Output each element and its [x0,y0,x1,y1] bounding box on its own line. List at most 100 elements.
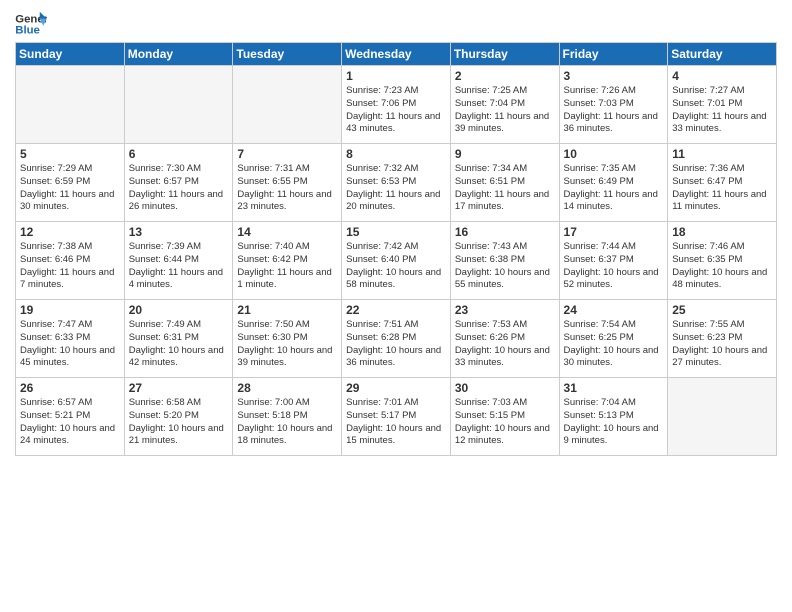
day-info: Sunrise: 7:35 AM Sunset: 6:49 PM Dayligh… [564,163,664,214]
week-row-1: 5Sunrise: 7:29 AM Sunset: 6:59 PM Daylig… [16,144,777,222]
day-number: 24 [564,303,664,317]
weekday-header-thursday: Thursday [450,43,559,66]
day-info: Sunrise: 7:26 AM Sunset: 7:03 PM Dayligh… [564,85,664,136]
day-info: Sunrise: 7:39 AM Sunset: 6:44 PM Dayligh… [129,241,229,292]
weekday-header-tuesday: Tuesday [233,43,342,66]
week-row-2: 12 Sunrise: 7:38 AM Sunset: 6:46 PM Dayli… [16,222,777,300]
day-info: Sunrise: 7:30 AM Sunset: 6:57 PM Dayligh… [129,163,229,214]
day-number: 23 [455,303,555,317]
day-number: 17 [564,225,664,239]
weekday-header-friday: Friday [559,43,668,66]
calendar-cell: 14Sunrise: 7:40 AM Sunset: 6:42 PM Dayli… [233,222,342,300]
week-row-4: 26Sunrise: 6:57 AM Sunset: 5:21 PM Dayli… [16,378,777,456]
day-number: 21 [237,303,337,317]
calendar-table: SundayMondayTuesdayWednesdayThursdayFrid… [15,42,777,456]
day-number: 18 [672,225,772,239]
calendar-cell: 18 Sunrise: 7:46 AM Sunset: 6:35 PM Dayli… [668,222,777,300]
calendar-cell: 8Sunrise: 7:32 AM Sunset: 6:53 PM Daylig… [342,144,451,222]
calendar-cell: 11 Sunrise: 7:36 AM Sunset: 6:47 PM Dayli… [668,144,777,222]
day-number: 15 [346,225,446,239]
day-number: 29 [346,381,446,395]
calendar-cell: 13 Sunrise: 7:39 AM Sunset: 6:44 PM Dayli… [124,222,233,300]
calendar-cell: 17Sunrise: 7:44 AM Sunset: 6:37 PM Dayli… [559,222,668,300]
day-info: Sunrise: 7:23 AM Sunset: 7:06 PM Dayligh… [346,85,446,136]
day-info: Sunrise: 7:04 AM Sunset: 5:13 PM Dayligh… [564,397,664,448]
day-info: Sunrise: 7:31 AM Sunset: 6:55 PM Dayligh… [237,163,337,214]
day-number: 19 [20,303,120,317]
day-info: Sunrise: 7:25 AM Sunset: 7:04 PM Dayligh… [455,85,555,136]
day-number: 7 [237,147,337,161]
week-row-0: 1Sunrise: 7:23 AM Sunset: 7:06 PM Daylig… [16,66,777,144]
day-number: 8 [346,147,446,161]
day-number: 20 [129,303,229,317]
svg-text:Blue: Blue [15,25,40,37]
calendar-cell: 31 Sunrise: 7:04 AM Sunset: 5:13 PM Dayli… [559,378,668,456]
calendar-cell [124,66,233,144]
day-number: 16 [455,225,555,239]
day-info: Sunrise: 7:49 AM Sunset: 6:31 PM Dayligh… [129,319,229,370]
calendar-cell: 26Sunrise: 6:57 AM Sunset: 5:21 PM Dayli… [16,378,125,456]
calendar-cell: 25 Sunrise: 7:55 AM Sunset: 6:23 PM Dayli… [668,300,777,378]
day-number: 9 [455,147,555,161]
day-number: 31 [564,381,664,395]
calendar-cell: 16 Sunrise: 7:43 AM Sunset: 6:38 PM Dayli… [450,222,559,300]
day-info: Sunrise: 7:47 AM Sunset: 6:33 PM Dayligh… [20,319,120,370]
day-number: 28 [237,381,337,395]
header: General Blue [15,10,777,38]
calendar-cell: 2 Sunrise: 7:25 AM Sunset: 7:04 PM Daylig… [450,66,559,144]
day-info: Sunrise: 7:42 AM Sunset: 6:40 PM Dayligh… [346,241,446,292]
day-info: Sunrise: 7:50 AM Sunset: 6:30 PM Dayligh… [237,319,337,370]
week-row-3: 19 Sunrise: 7:47 AM Sunset: 6:33 PM Dayli… [16,300,777,378]
calendar-cell: 19 Sunrise: 7:47 AM Sunset: 6:33 PM Dayli… [16,300,125,378]
calendar-cell: 20 Sunrise: 7:49 AM Sunset: 6:31 PM Dayli… [124,300,233,378]
weekday-header-monday: Monday [124,43,233,66]
calendar-cell: 12 Sunrise: 7:38 AM Sunset: 6:46 PM Dayli… [16,222,125,300]
calendar-cell [233,66,342,144]
day-number: 27 [129,381,229,395]
page-container: General Blue SundayMondayTuesdayWednesda… [0,0,792,466]
day-info: Sunrise: 7:27 AM Sunset: 7:01 PM Dayligh… [672,85,772,136]
calendar-cell: 29 Sunrise: 7:01 AM Sunset: 5:17 PM Dayli… [342,378,451,456]
calendar-cell: 22 Sunrise: 7:51 AM Sunset: 6:28 PM Dayli… [342,300,451,378]
logo-icon: General Blue [15,10,47,38]
day-number: 25 [672,303,772,317]
day-number: 12 [20,225,120,239]
day-number: 3 [564,69,664,83]
day-info: Sunrise: 6:58 AM Sunset: 5:20 PM Dayligh… [129,397,229,448]
calendar-cell: 21 Sunrise: 7:50 AM Sunset: 6:30 PM Dayli… [233,300,342,378]
calendar-cell: 5Sunrise: 7:29 AM Sunset: 6:59 PM Daylig… [16,144,125,222]
day-number: 5 [20,147,120,161]
day-number: 30 [455,381,555,395]
calendar-cell: 10 Sunrise: 7:35 AM Sunset: 6:49 PM Dayli… [559,144,668,222]
day-number: 10 [564,147,664,161]
calendar-cell: 3 Sunrise: 7:26 AM Sunset: 7:03 PM Daylig… [559,66,668,144]
day-number: 6 [129,147,229,161]
day-info: Sunrise: 7:34 AM Sunset: 6:51 PM Dayligh… [455,163,555,214]
calendar-cell: 7 Sunrise: 7:31 AM Sunset: 6:55 PM Daylig… [233,144,342,222]
day-info: Sunrise: 7:53 AM Sunset: 6:26 PM Dayligh… [455,319,555,370]
day-info: Sunrise: 7:51 AM Sunset: 6:28 PM Dayligh… [346,319,446,370]
day-info: Sunrise: 7:36 AM Sunset: 6:47 PM Dayligh… [672,163,772,214]
day-info: Sunrise: 7:40 AM Sunset: 6:42 PM Dayligh… [237,241,337,292]
weekday-header-saturday: Saturday [668,43,777,66]
day-info: Sunrise: 7:55 AM Sunset: 6:23 PM Dayligh… [672,319,772,370]
day-number: 4 [672,69,772,83]
calendar-cell [16,66,125,144]
day-number: 2 [455,69,555,83]
day-number: 13 [129,225,229,239]
day-info: Sunrise: 7:43 AM Sunset: 6:38 PM Dayligh… [455,241,555,292]
weekday-header-sunday: Sunday [16,43,125,66]
calendar-cell: 27 Sunrise: 6:58 AM Sunset: 5:20 PM Dayli… [124,378,233,456]
calendar-cell: 1Sunrise: 7:23 AM Sunset: 7:06 PM Daylig… [342,66,451,144]
day-info: Sunrise: 7:00 AM Sunset: 5:18 PM Dayligh… [237,397,337,448]
day-number: 22 [346,303,446,317]
day-info: Sunrise: 7:46 AM Sunset: 6:35 PM Dayligh… [672,241,772,292]
day-info: Sunrise: 7:38 AM Sunset: 6:46 PM Dayligh… [20,241,120,292]
calendar-cell: 30 Sunrise: 7:03 AM Sunset: 5:15 PM Dayli… [450,378,559,456]
day-info: Sunrise: 7:01 AM Sunset: 5:17 PM Dayligh… [346,397,446,448]
calendar-cell: 6 Sunrise: 7:30 AM Sunset: 6:57 PM Daylig… [124,144,233,222]
weekday-header-wednesday: Wednesday [342,43,451,66]
day-number: 11 [672,147,772,161]
logo: General Blue [15,10,47,38]
day-info: Sunrise: 7:03 AM Sunset: 5:15 PM Dayligh… [455,397,555,448]
